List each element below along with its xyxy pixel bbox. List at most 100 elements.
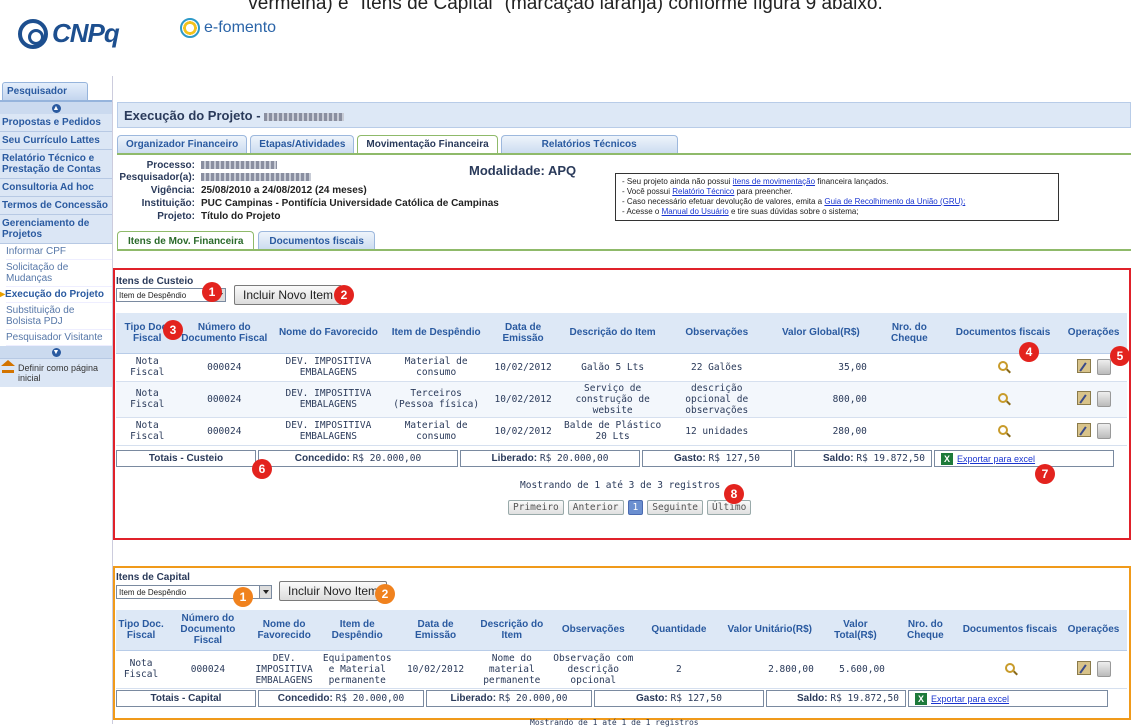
custeio-pager-info: Mostrando de 1 até 3 de 3 registros: [520, 480, 721, 491]
marker-4: 4: [1019, 342, 1039, 362]
instituicao-value: PUC Campinas - Pontifícia Universidade C…: [201, 198, 499, 209]
page-first-button[interactable]: Primeiro: [508, 500, 564, 515]
saldo-label: Saldo:: [797, 693, 828, 704]
col-documentos: Documentos fiscais: [945, 313, 1061, 354]
cell-favorecido: DEV. IMPOSITIVA EMBALAGENS: [270, 381, 387, 418]
edit-icon[interactable]: [1076, 390, 1091, 405]
cell-quantidade: 2: [638, 650, 720, 689]
sidebar-sub-mudancas[interactable]: Solicitação de Mudanças: [6, 260, 112, 287]
col-documentos: Documentos fiscais: [959, 610, 1061, 651]
link-relatorio-tecnico[interactable]: Relatório Técnico: [672, 187, 734, 196]
sidebar-sub-substituicao[interactable]: Substituição de Bolsista PDJ: [6, 303, 112, 330]
delete-icon[interactable]: [1096, 390, 1111, 407]
link-itens-movimentacao[interactable]: itens de movimentação: [733, 177, 815, 186]
cell-valor: 35,00: [768, 353, 873, 382]
concedido-value: R$ 20.000,00: [335, 693, 405, 704]
cell-documentos: [945, 417, 1061, 446]
liberado-value: R$ 20.000,00: [539, 453, 609, 464]
info-vigencia: Vigência: 25/08/2010 a 24/08/2012 (24 mes…: [117, 185, 367, 196]
sidebar-sub-cpf[interactable]: Informar CPF: [6, 244, 112, 260]
excel-icon: X: [915, 693, 927, 706]
col-cheque: Nro. do Cheque: [872, 313, 946, 354]
col-favorecido: Nome do Favorecido: [270, 313, 387, 354]
cell-favorecido: DEV. IMPOSITIVA EMBALAGENS: [270, 417, 387, 446]
cell-favorecido: DEV. IMPOSITIVA EMBALAGENS: [249, 650, 319, 689]
export-label[interactable]: Exportar para excel: [957, 454, 1035, 464]
scroll-up[interactable]: ▲: [0, 102, 112, 114]
col-valor: Valor Global(R$): [768, 313, 873, 354]
sidebar-item-propostas[interactable]: Propostas e Pedidos: [0, 114, 112, 132]
saldo-label: Saldo:: [823, 453, 854, 464]
modalidade-value: APQ: [547, 163, 577, 178]
sub-tabs: Itens de Mov. Financeira Documentos fisc…: [117, 231, 1131, 251]
tab-documentos-fiscais[interactable]: Documentos fiscais: [258, 231, 375, 249]
efomento-logo[interactable]: e-fomento: [180, 18, 276, 38]
tab-etapas[interactable]: Etapas/Atividades: [250, 135, 355, 153]
export-excel-link[interactable]: X Exportar para excel: [934, 450, 1114, 467]
edit-icon[interactable]: [1076, 660, 1091, 675]
export-label[interactable]: Exportar para excel: [931, 694, 1009, 704]
notice-text: financeira lançados.: [815, 177, 889, 186]
totals-label: Totais - Custeio: [116, 450, 256, 467]
page-prev-button[interactable]: Anterior: [567, 500, 624, 515]
cell-tipo: Nota Fiscal: [116, 650, 167, 689]
main-tabs: Organizador Financeiro Etapas/Atividades…: [117, 135, 1131, 155]
page-1-button[interactable]: 1: [627, 500, 644, 515]
header-banner: [140, 16, 1131, 76]
cell-observacoes: 22 Galões: [664, 353, 769, 382]
export-excel-link[interactable]: X Exportar para excel: [908, 690, 1108, 707]
magnifier-icon[interactable]: [1004, 662, 1015, 673]
set-homepage-link[interactable]: Definir como página inicial: [0, 358, 112, 387]
table-row: Nota Fiscal 000024 DEV. IMPOSITIVA EMBAL…: [116, 417, 1127, 446]
magnifier-icon[interactable]: [998, 392, 1009, 403]
sidebar-menu: ▲ Propostas e Pedidos Seu Currículo Latt…: [0, 100, 112, 387]
sidebar-item-gerenciamento[interactable]: Gerenciamento de Projetos: [0, 215, 112, 244]
sidebar-item-termos[interactable]: Termos de Concessão: [0, 197, 112, 215]
col-data: Data de Emissão: [395, 610, 476, 651]
col-operacoes: Operações: [1060, 610, 1127, 651]
link-gru[interactable]: Guia de Recolhimento da União (GRU);: [824, 197, 965, 206]
cnpq-logo[interactable]: CNPq: [18, 18, 120, 49]
cell-operacoes: [1060, 650, 1127, 689]
tab-organizador[interactable]: Organizador Financeiro: [117, 135, 248, 153]
link-manual[interactable]: Manual do Usuário: [662, 207, 729, 216]
sidebar-sub-visitante[interactable]: Pesquisador Visitante: [6, 330, 112, 346]
tab-itens-mov[interactable]: Itens de Mov. Financeira: [117, 231, 255, 249]
delete-icon[interactable]: [1096, 422, 1111, 439]
liberado-label: Liberado:: [450, 693, 497, 704]
cell-descricao: Galão 5 Lts: [560, 353, 665, 382]
saldo-value: R$ 19.872,50: [856, 453, 925, 464]
page-next-button[interactable]: Seguinte: [647, 500, 704, 515]
col-item: Item de Despêndio: [386, 313, 486, 354]
vigencia-value: 25/08/2010 a 24/08/2012 (24 meses): [201, 185, 367, 196]
cell-tipo: Nota Fiscal: [116, 381, 179, 418]
logo-text: CNPq: [52, 18, 120, 48]
cell-cheque: [872, 381, 946, 418]
tab-movimentacao[interactable]: Movimentação Financeira: [357, 135, 498, 153]
marker-7: 7: [1035, 464, 1055, 484]
notice-box: - Seu projeto ainda não possui itens de …: [615, 173, 1059, 221]
sidebar-sub-execucao[interactable]: Execução do Projeto: [5, 287, 112, 303]
cell-documentos: [945, 381, 1061, 418]
cell-valor-unitario: 2.800,00: [719, 650, 820, 689]
notice-text: - Seu projeto ainda não possui: [622, 177, 733, 186]
liberado-value: R$ 20.000,00: [498, 693, 568, 704]
sidebar-item-curriculo[interactable]: Seu Currículo Lattes: [0, 132, 112, 150]
tab-pesquisador[interactable]: Pesquisador: [2, 82, 88, 100]
sidebar-item-relatorio[interactable]: Relatório Técnico e Prestação de Contas: [0, 150, 112, 179]
cell-documentos: [945, 353, 1061, 382]
add-capital-item-button[interactable]: Incluir Novo Item: [279, 581, 388, 601]
delete-icon[interactable]: [1096, 358, 1111, 375]
magnifier-icon[interactable]: [998, 360, 1009, 371]
col-favorecido: Nome do Favorecido: [249, 610, 319, 651]
magnifier-icon[interactable]: [998, 424, 1009, 435]
tab-relatorios[interactable]: Relatórios Técnicos: [500, 135, 678, 153]
add-custeio-item-button[interactable]: Incluir Novo Item: [234, 285, 343, 305]
edit-icon[interactable]: [1076, 358, 1091, 373]
modalidade-label: Modalidade:: [469, 163, 545, 178]
edit-icon[interactable]: [1076, 422, 1091, 437]
sidebar-item-consultoria[interactable]: Consultoria Ad hoc: [0, 179, 112, 197]
delete-icon[interactable]: [1096, 660, 1111, 677]
document-caption: vermelha) e "Itens de Capital" (marcação…: [248, 0, 883, 14]
scroll-down[interactable]: ▼: [0, 346, 112, 358]
